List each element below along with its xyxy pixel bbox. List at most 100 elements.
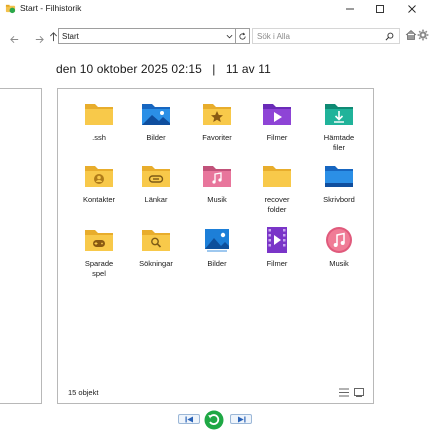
chevron-down-icon <box>226 34 232 38</box>
file-item-label: Sparade spel <box>68 259 130 279</box>
folder-icon <box>263 166 291 187</box>
details-view-icon[interactable] <box>339 388 349 397</box>
file-item-label: Hämtade filer <box>308 133 370 153</box>
arrow-right-icon <box>35 35 44 43</box>
previous-version-button[interactable] <box>178 414 200 424</box>
address-text: Start <box>62 32 79 41</box>
file-item[interactable]: Filmer <box>246 99 308 143</box>
file-item[interactable]: Sparade spel <box>68 225 130 279</box>
file-item[interactable]: Sökningar <box>125 225 187 269</box>
file-item[interactable]: Filmer <box>246 225 308 269</box>
pictures-library-icon <box>205 229 229 252</box>
arrow-up-icon <box>49 31 57 41</box>
close-button[interactable] <box>398 0 426 18</box>
file-item[interactable]: Bilder <box>125 99 187 143</box>
restore-button[interactable] <box>204 410 224 430</box>
pictures-folder-icon <box>142 104 170 125</box>
file-item[interactable]: Bilder <box>186 225 248 269</box>
file-item-label-line: Filmer <box>266 259 288 268</box>
file-item-label-line: Bilder <box>146 133 166 142</box>
search-box[interactable]: Sök i Alla <box>252 28 400 44</box>
folder-icon <box>85 104 113 125</box>
downloads-folder-icon <box>325 104 353 125</box>
file-item-label: Länkar <box>125 195 187 205</box>
close-icon <box>408 5 416 13</box>
contacts-folder-icon <box>85 166 113 187</box>
file-item[interactable]: Favoriter <box>186 99 248 143</box>
file-item-label-line: .ssh <box>92 133 106 142</box>
file-item-label: recover folder <box>246 195 308 215</box>
maximize-icon <box>376 5 384 13</box>
file-item-label: Bilder <box>125 133 187 143</box>
file-item-label: Filmer <box>246 259 308 269</box>
file-item-label-line: filer <box>332 143 346 152</box>
address-bar[interactable]: Start <box>58 28 236 44</box>
file-item[interactable]: Musik <box>308 225 370 269</box>
file-item-label-line: Favoriter <box>202 133 232 142</box>
file-item[interactable]: Skrivbord <box>308 161 370 205</box>
snapshot-position: 11 av 11 <box>225 62 271 76</box>
file-item-label-line: Kontakter <box>82 195 116 204</box>
arrow-left-icon <box>9 35 18 43</box>
previous-snapshot-panel[interactable] <box>0 88 42 404</box>
file-item[interactable]: Musik <box>186 161 248 205</box>
file-item-label-line: Hämtade <box>323 133 355 142</box>
file-item-label: Favoriter <box>186 133 248 143</box>
file-item-label: Kontakter <box>68 195 130 205</box>
file-item-label: Filmer <box>246 133 308 143</box>
next-version-button[interactable] <box>230 414 252 424</box>
item-count: 15 objekt <box>68 388 99 397</box>
search-icon <box>385 32 394 41</box>
large-icons-view-icon[interactable] <box>354 388 364 397</box>
videos-folder-icon <box>263 104 291 125</box>
file-item[interactable]: recover folder <box>246 161 308 215</box>
music-library-icon <box>326 227 352 253</box>
file-item-label-line: Länkar <box>144 195 168 204</box>
searches-folder-icon <box>142 230 170 251</box>
file-item-label-line: Skrivbord <box>323 195 355 204</box>
file-history-app-icon <box>5 4 16 14</box>
file-item-label: Musik <box>186 195 248 205</box>
file-item-label: Musik <box>308 259 370 269</box>
favorites-folder-icon <box>203 104 231 125</box>
file-item-label-line: spel <box>92 269 106 278</box>
minimize-icon <box>346 8 354 10</box>
file-item-label-line: Sparade <box>84 259 114 268</box>
gear-icon[interactable] <box>417 29 429 41</box>
refresh-button[interactable] <box>236 28 250 44</box>
refresh-icon <box>239 32 246 40</box>
address-dropdown-button[interactable] <box>223 29 235 43</box>
next-icon <box>237 416 245 422</box>
snapshot-header: den 10 oktober 2025 02:15 | 11 av 11 <box>0 62 430 76</box>
file-item-label-line: Sökningar <box>139 259 173 268</box>
file-item-label-line: Musik <box>207 195 227 204</box>
file-item-label-line: Bilder <box>207 259 227 268</box>
snapshot-date: den 10 oktober 2025 02:15 <box>56 62 202 76</box>
saved-games-folder-icon <box>85 230 113 251</box>
file-item-label: Skrivbord <box>308 195 370 205</box>
window-title: Start - Filhistorik <box>20 3 82 13</box>
home-icon[interactable] <box>405 29 417 41</box>
videos-library-icon <box>267 227 287 253</box>
file-item-label-line: folder <box>267 205 287 214</box>
back-button[interactable] <box>7 32 21 46</box>
maximize-button[interactable] <box>366 0 394 18</box>
title-bar: Start - Filhistorik <box>0 0 430 18</box>
search-placeholder: Sök i Alla <box>257 32 290 41</box>
file-item-label-line: Filmer <box>266 133 288 142</box>
links-folder-icon <box>142 166 170 187</box>
file-item[interactable]: Kontakter <box>68 161 130 205</box>
minimize-button[interactable] <box>336 0 364 18</box>
file-item-label: .ssh <box>68 133 130 143</box>
file-item-label-line: recover <box>264 195 290 204</box>
desktop-folder-icon <box>325 166 353 187</box>
forward-button[interactable] <box>32 32 46 46</box>
file-item-label: Bilder <box>186 259 248 269</box>
music-folder-icon <box>203 166 231 187</box>
file-item[interactable]: Länkar <box>125 161 187 205</box>
file-item[interactable]: .ssh <box>68 99 130 143</box>
file-item[interactable]: Hämtade filer <box>308 99 370 153</box>
previous-icon <box>185 416 193 422</box>
file-item-label-line: Musik <box>329 259 349 268</box>
file-item-label: Sökningar <box>125 259 187 269</box>
